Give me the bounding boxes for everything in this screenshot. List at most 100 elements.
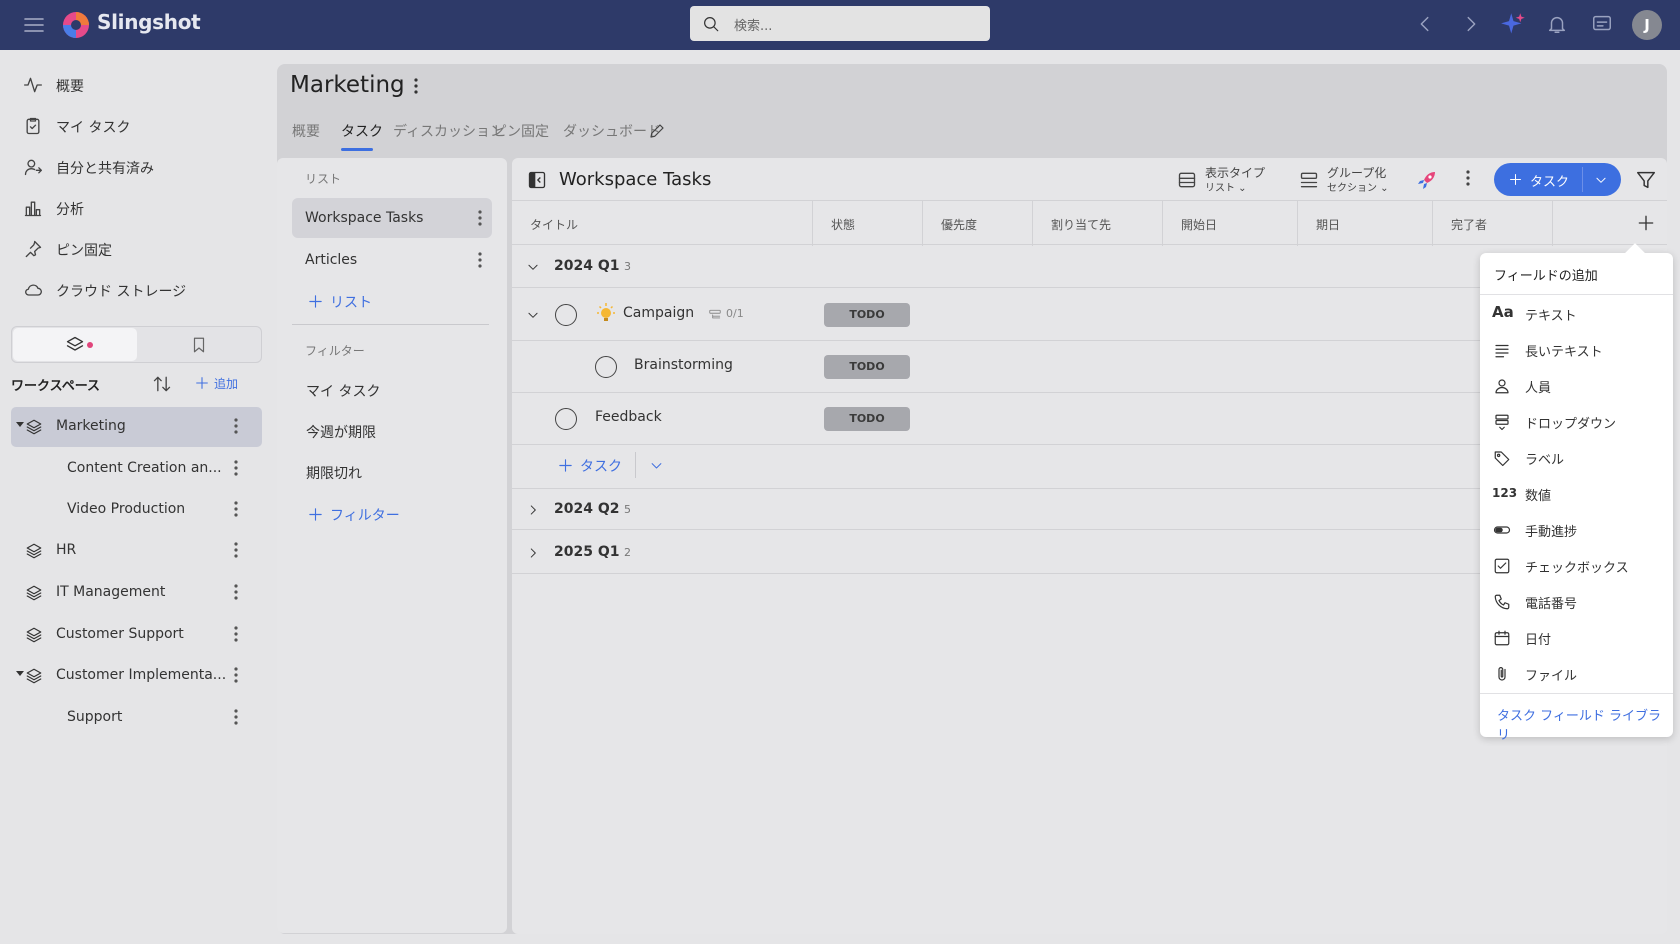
field-option-text[interactable]: Aa テキスト <box>1480 296 1673 332</box>
more-vertical-icon[interactable] <box>234 459 238 477</box>
add-row-task-button[interactable]: タスク <box>557 456 622 476</box>
add-task-button[interactable]: タスク <box>1494 163 1582 196</box>
add-column-icon[interactable] <box>1636 213 1656 233</box>
tab-overview[interactable]: 概要 <box>292 121 320 141</box>
task-title[interactable]: Feedback <box>595 409 662 425</box>
sort-icon[interactable] <box>152 374 172 394</box>
status-badge[interactable]: TODO <box>824 407 910 431</box>
workspace-item-customer-support[interactable]: Customer Support <box>11 615 262 655</box>
list-item-workspace-tasks[interactable]: Workspace Tasks <box>292 198 492 238</box>
field-option-manual-progress[interactable]: 手動進捗 <box>1480 512 1673 548</box>
tab-discussion[interactable]: ディスカッション <box>393 121 504 141</box>
field-option-label[interactable]: ラベル <box>1480 440 1673 476</box>
expand-caret-icon[interactable] <box>16 422 24 427</box>
add-list-button[interactable]: リスト <box>307 292 372 312</box>
more-vertical-icon[interactable] <box>234 417 238 435</box>
field-option-checkbox[interactable]: チェックボックス <box>1480 548 1673 584</box>
filter-my-tasks[interactable]: マイ タスク <box>306 381 380 401</box>
chevron-down-icon[interactable] <box>1594 173 1608 187</box>
ai-sparkle-icon[interactable] <box>1500 11 1527 38</box>
search-input[interactable]: 検索... <box>690 6 990 41</box>
field-option-long-text[interactable]: 長いテキスト <box>1480 332 1673 368</box>
column-completed-by[interactable]: 完了者 <box>1432 201 1552 246</box>
workspace-item-customer-implementation[interactable]: Customer Implementa... <box>11 656 262 696</box>
nav-item-shared-with-me[interactable]: 自分と共有済み <box>20 152 270 182</box>
column-status[interactable]: 状態 <box>812 201 922 246</box>
hamburger-menu-icon[interactable] <box>22 13 46 37</box>
workspace-item-marketing[interactable]: Marketing <box>11 407 262 447</box>
layers-icon <box>66 336 84 351</box>
workspace-item-content-creation[interactable]: Content Creation an... <box>11 449 262 489</box>
more-vertical-icon[interactable] <box>234 541 238 559</box>
task-field-library-link[interactable]: タスク フィールド ライブラリ <box>1497 705 1673 743</box>
add-filter-button[interactable]: フィルター <box>307 505 400 525</box>
chevron-right-icon[interactable] <box>526 546 540 560</box>
workspace-item-video-production[interactable]: Video Production <box>11 490 262 530</box>
back-icon[interactable] <box>1414 13 1436 35</box>
list-item-articles[interactable]: Articles <box>292 240 492 280</box>
filter-overdue[interactable]: 期限切れ <box>306 463 362 483</box>
nav-item-pinned[interactable]: ピン固定 <box>20 234 270 264</box>
add-filter-label: フィルター <box>330 508 400 524</box>
status-badge[interactable]: TODO <box>824 303 910 327</box>
filter-icon[interactable] <box>1635 169 1657 191</box>
chevron-right-icon[interactable] <box>526 503 540 517</box>
more-vertical-icon[interactable] <box>234 625 238 643</box>
more-vertical-icon[interactable] <box>234 500 238 518</box>
lists-section-label: リスト <box>305 172 342 186</box>
project-more-icon[interactable] <box>414 77 418 95</box>
workspace-item-hr[interactable]: HR <box>11 531 262 571</box>
nav-item-my-tasks[interactable]: マイ タスク <box>20 111 270 141</box>
column-start-date[interactable]: 開始日 <box>1162 201 1297 246</box>
nav-item-overview[interactable]: 概要 <box>20 70 270 100</box>
field-option-file[interactable]: ファイル <box>1480 656 1673 692</box>
nav-item-analytics[interactable]: 分析 <box>20 193 270 223</box>
task-complete-checkbox[interactable] <box>555 304 577 326</box>
toolbar-more-icon[interactable] <box>1466 169 1470 187</box>
task-title[interactable]: Brainstorming <box>634 357 733 373</box>
column-priority[interactable]: 優先度 <box>922 201 1032 246</box>
forward-icon[interactable] <box>1460 13 1482 35</box>
paperclip-icon <box>1498 667 1506 681</box>
edit-pencil-icon[interactable] <box>648 122 666 140</box>
tab-tasks[interactable]: タスク <box>341 121 383 141</box>
field-option-phone[interactable]: 電話番号 <box>1480 584 1673 620</box>
task-title[interactable]: Campaign <box>623 305 694 321</box>
chat-icon[interactable] <box>1590 13 1614 35</box>
field-option-date[interactable]: 日付 <box>1480 620 1673 656</box>
workspaces-tab[interactable] <box>13 328 137 361</box>
field-option-dropdown[interactable]: ドロップダウン <box>1480 404 1673 440</box>
chevron-down-icon[interactable] <box>526 308 540 322</box>
column-due-date[interactable]: 期日 <box>1297 201 1432 246</box>
more-vertical-icon[interactable] <box>478 251 482 269</box>
filter-due-this-week[interactable]: 今週が期限 <box>306 422 376 442</box>
rocket-icon[interactable] <box>1415 168 1439 192</box>
workspace-item-support[interactable]: Support <box>11 698 262 738</box>
notification-bell-icon[interactable] <box>1546 13 1568 35</box>
bookmark-icon[interactable] <box>190 335 208 355</box>
nav-item-cloud-storage[interactable]: クラウド ストレージ <box>20 275 270 305</box>
active-tab-indicator <box>341 148 373 151</box>
group-by-selector[interactable]: グループ化 セクション ⌄ <box>1299 164 1399 196</box>
column-assignee[interactable]: 割り当て先 <box>1032 201 1162 246</box>
status-badge[interactable]: TODO <box>824 355 910 379</box>
more-vertical-icon[interactable] <box>478 209 482 227</box>
task-complete-checkbox[interactable] <box>555 408 577 430</box>
expand-caret-icon[interactable] <box>16 671 24 676</box>
tab-dashboard[interactable]: ダッシュボード <box>563 121 661 141</box>
chevron-down-icon[interactable] <box>649 458 664 473</box>
chevron-down-icon[interactable] <box>526 260 540 274</box>
user-avatar[interactable]: J <box>1632 10 1662 40</box>
collapse-sidebar-icon[interactable] <box>527 170 547 190</box>
workspace-item-it-management[interactable]: IT Management <box>11 573 262 613</box>
field-option-person[interactable]: 人員 <box>1480 368 1673 404</box>
field-option-number[interactable]: 123 数値 <box>1480 476 1673 512</box>
tab-pinned[interactable]: ピン固定 <box>493 121 549 141</box>
more-vertical-icon[interactable] <box>234 666 238 684</box>
more-vertical-icon[interactable] <box>234 708 238 726</box>
add-workspace-button[interactable]: 追加 <box>194 375 238 392</box>
more-vertical-icon[interactable] <box>234 583 238 601</box>
view-type-selector[interactable]: 表示タイプ リスト ⌄ <box>1177 164 1272 196</box>
column-title[interactable]: タイトル <box>512 201 812 246</box>
task-complete-checkbox[interactable] <box>595 356 617 378</box>
